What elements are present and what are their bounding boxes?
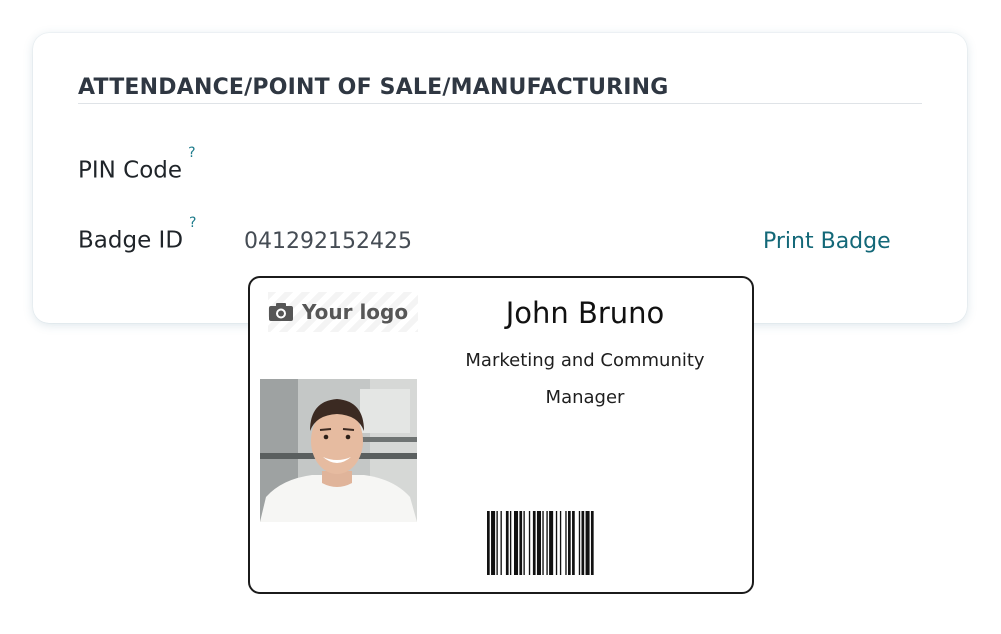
employee-photo	[260, 379, 417, 522]
section-divider	[78, 103, 922, 104]
badge-id-value[interactable]: 041292152425	[244, 229, 412, 254]
pin-code-label: PIN Code	[78, 157, 183, 184]
pin-code-help-icon[interactable]: ?	[188, 145, 195, 161]
logo-text: Your logo	[302, 300, 409, 324]
barcode-icon	[487, 511, 594, 575]
employee-name: John Bruno	[505, 296, 665, 330]
company-logo: Your logo	[268, 292, 418, 332]
section-title: ATTENDANCE/POINT OF SALE/MANUFACTURING	[78, 75, 669, 100]
employee-job-title: Marketing and Community Manager	[455, 342, 715, 416]
badge-preview-card: Your logo John Bruno Marketing and Commu…	[248, 276, 754, 594]
badge-id-field: Badge ID?	[78, 215, 196, 254]
stage: ATTENDANCE/POINT OF SALE/MANUFACTURING P…	[0, 0, 1001, 634]
pin-code-field: PIN Code?	[78, 145, 196, 184]
job-title-line-1: Marketing and Community	[465, 350, 705, 371]
print-badge-button[interactable]: Print Badge	[763, 229, 891, 254]
badge-id-help-icon[interactable]: ?	[189, 215, 196, 231]
badge-id-label: Badge ID	[78, 227, 184, 254]
camera-icon	[269, 303, 293, 321]
job-title-line-2: Manager	[545, 387, 625, 408]
employee-photo-icon	[260, 379, 417, 522]
